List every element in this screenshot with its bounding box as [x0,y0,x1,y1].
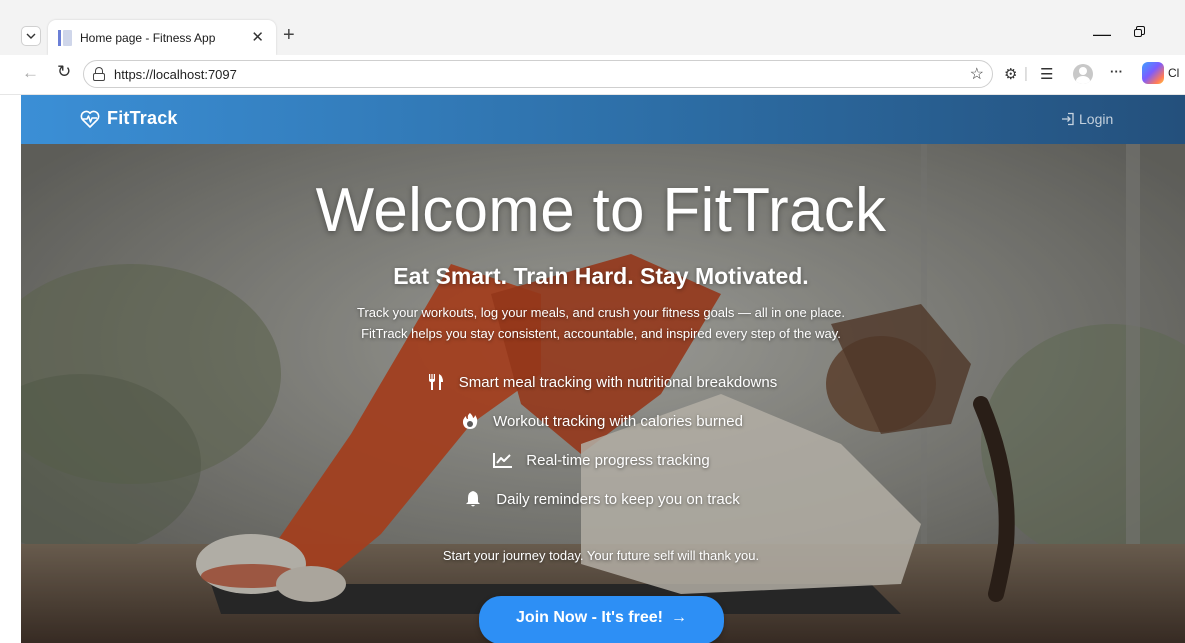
chart-line-icon [492,450,514,470]
profile-avatar[interactable] [1073,64,1093,84]
hero-description-line: Track your workouts, log your meals, and… [357,305,845,320]
join-now-button[interactable]: Join Now - It's free! → [479,596,724,643]
hero-section: Welcome to FitTrack Eat Smart. Train Har… [21,144,1185,643]
back-arrow-icon[interactable]: ← [22,63,39,83]
tab-title: Home page - Fitness App [80,31,216,45]
login-icon [1062,112,1074,126]
address-url[interactable]: https://localhost:7097 [114,67,237,82]
hero-description-line: FitTrack helps you stay consistent, acco… [361,326,841,341]
new-tab-button[interactable]: + [283,24,295,47]
feature-label: Real-time progress tracking [526,451,710,469]
favorites-list-icon[interactable]: ☰ [1040,65,1053,83]
feature-item: Workout tracking with calories burned [21,411,1181,431]
cta-text: Start your journey today. Your future se… [442,548,760,563]
more-options-icon[interactable]: ··· [1110,64,1123,79]
feature-item: Real-time progress tracking [21,450,1181,470]
favorite-star-icon[interactable]: ☆ [970,64,984,84]
feature-label: Daily reminders to keep you on track [496,490,740,508]
utensils-icon [425,372,447,392]
feature-item: Daily reminders to keep you on track [21,489,1181,509]
hero-subtitle: Eat Smart. Train Hard. Stay Motivated. [393,263,809,289]
feature-label: Workout tracking with calories burned [493,412,743,430]
reload-icon[interactable]: ↻ [57,62,71,82]
page-favicon-icon [58,30,72,46]
feature-item: Smart meal tracking with nutritional bre… [21,372,1181,392]
browser-tab[interactable]: Home page - Fitness App ✕ [48,20,276,55]
feature-label: Smart meal tracking with nutritional bre… [458,373,778,391]
tab-close-icon[interactable]: ✕ [251,28,264,46]
brand-name: FitTrack [107,108,178,128]
tab-list-button[interactable] [21,26,41,46]
fire-icon [459,411,481,431]
hero-title: Welcome to FitTrack [315,176,887,245]
restore-window-button[interactable] [1134,26,1146,38]
join-now-label: Join Now - It's free! [516,609,663,626]
heart-pulse-icon [80,110,100,128]
login-label: Login [1079,111,1114,127]
extensions-icon[interactable]: ⚙ [1004,65,1017,83]
minimize-window-button[interactable]: — [1093,24,1111,45]
toolbar-divider: | [1024,65,1028,82]
lock-icon [93,67,105,81]
copilot-icon[interactable] [1142,62,1164,84]
browser-toolbar: ← ↻ https://localhost:7097 ☆ ⚙ | ☰ ··· C… [0,55,1185,95]
hero-description: Track your workouts, log your meals, and… [21,302,1181,344]
page-content: FitTrack Login Welcome to FitTrack Eat S… [21,95,1185,643]
brand-logo[interactable]: FitTrack [80,108,178,129]
site-navbar: FitTrack Login [21,95,1185,144]
copilot-label[interactable]: Cl [1168,66,1179,80]
address-bar[interactable]: https://localhost:7097 ☆ [83,60,993,88]
arrow-right-icon: → [670,609,687,626]
browser-tab-bar: Home page - Fitness App ✕ + — [0,0,1185,55]
chevron-down-icon [26,33,36,39]
bell-icon [462,489,484,509]
login-link[interactable]: Login [1061,111,1113,127]
